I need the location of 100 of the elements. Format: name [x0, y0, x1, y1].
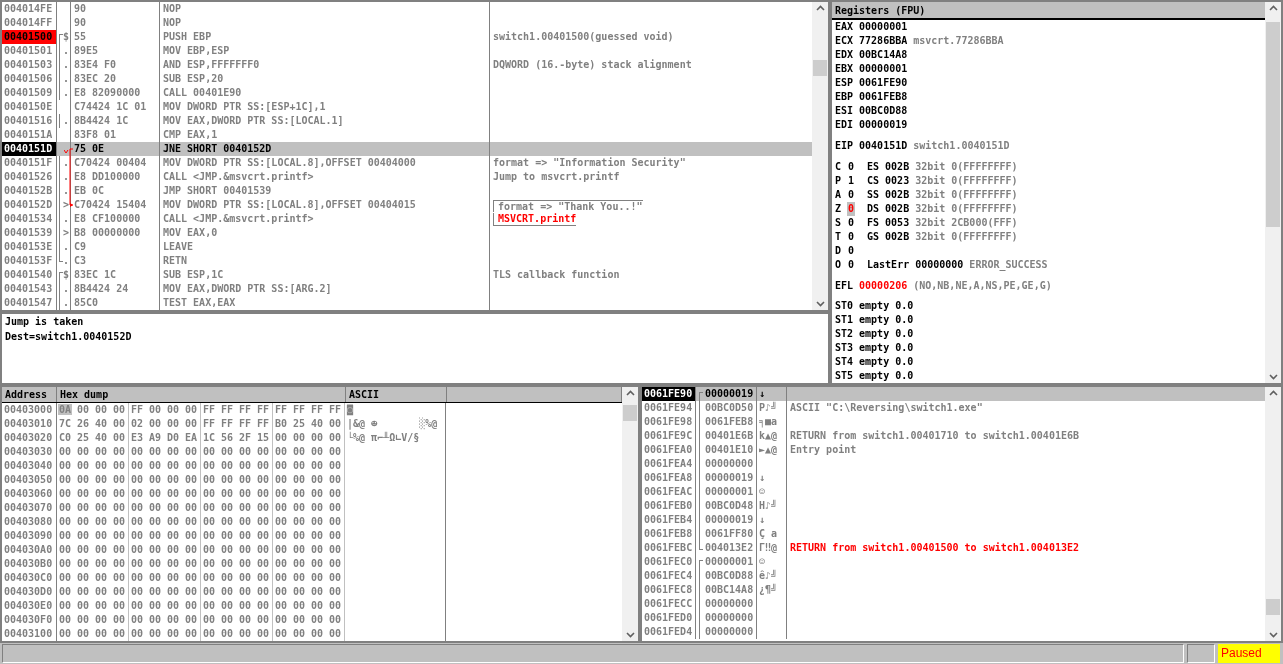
- hex-byte[interactable]: 00: [238, 628, 253, 639]
- register-value[interactable]: 0.0: [895, 369, 914, 383]
- hex-byte[interactable]: 00: [202, 558, 217, 569]
- scrollbar[interactable]: [812, 2, 828, 310]
- hex-byte[interactable]: 00: [328, 488, 343, 499]
- hex-byte[interactable]: 00: [184, 530, 199, 541]
- hex-byte[interactable]: 00: [256, 488, 271, 499]
- hex-byte[interactable]: 00: [112, 600, 127, 611]
- hex-byte[interactable]: 00: [112, 474, 127, 485]
- hex-byte[interactable]: 00: [112, 432, 127, 443]
- hex-byte[interactable]: FF: [310, 404, 325, 415]
- hex-byte[interactable]: 00: [238, 446, 253, 457]
- hex-byte[interactable]: 00: [256, 600, 271, 611]
- hex-byte[interactable]: 00: [238, 488, 253, 499]
- hex-byte[interactable]: 00: [58, 460, 73, 471]
- register-value[interactable]: 0.0: [895, 299, 914, 313]
- hex-byte[interactable]: 00: [58, 572, 73, 583]
- hex-byte[interactable]: 00: [166, 488, 181, 499]
- hex-byte[interactable]: 00: [238, 572, 253, 583]
- hex-byte[interactable]: 00: [220, 488, 235, 499]
- hex-byte[interactable]: 00: [274, 446, 289, 457]
- hex-byte[interactable]: 00: [310, 614, 325, 625]
- hex-byte[interactable]: 00: [58, 628, 73, 639]
- hex-byte[interactable]: 40: [310, 418, 325, 429]
- hex-byte[interactable]: 00: [202, 516, 217, 527]
- hex-byte[interactable]: 00: [202, 502, 217, 513]
- hex-byte[interactable]: 00: [184, 446, 199, 457]
- hex-byte[interactable]: 00: [274, 432, 289, 443]
- hex-byte[interactable]: 00: [166, 572, 181, 583]
- hex-byte[interactable]: 00: [76, 614, 91, 625]
- hex-byte[interactable]: 00: [166, 600, 181, 611]
- hex-byte[interactable]: 00: [310, 628, 325, 639]
- hex-byte[interactable]: 00: [184, 502, 199, 513]
- hex-byte[interactable]: 00: [112, 614, 127, 625]
- hex-byte[interactable]: 00: [112, 502, 127, 513]
- hex-byte[interactable]: 00: [148, 586, 163, 597]
- hex-byte[interactable]: 00: [310, 474, 325, 485]
- hex-byte[interactable]: 00: [292, 460, 307, 471]
- hex-byte[interactable]: 00: [58, 502, 73, 513]
- flag-value[interactable]: 0: [847, 160, 856, 174]
- register-value[interactable]: 00000019: [859, 118, 908, 132]
- hex-byte[interactable]: 00: [130, 474, 145, 485]
- hex-byte[interactable]: 00: [274, 474, 289, 485]
- hex-byte[interactable]: 00: [94, 614, 109, 625]
- flag-value[interactable]: 0: [847, 230, 856, 244]
- hex-byte[interactable]: FF: [238, 404, 253, 415]
- hex-byte[interactable]: 00: [76, 516, 91, 527]
- scroll-thumb[interactable]: [1266, 599, 1280, 615]
- hex-byte[interactable]: 00: [274, 488, 289, 499]
- hex-byte[interactable]: 00: [112, 628, 127, 639]
- hex-byte[interactable]: 00: [166, 614, 181, 625]
- hex-byte[interactable]: 00: [274, 572, 289, 583]
- hex-byte[interactable]: 00: [292, 586, 307, 597]
- hex-byte[interactable]: 00: [328, 460, 343, 471]
- hex-byte[interactable]: 00: [148, 628, 163, 639]
- hex-byte[interactable]: FF: [220, 418, 235, 429]
- hex-byte[interactable]: 00: [328, 572, 343, 583]
- hex-byte[interactable]: 00: [310, 488, 325, 499]
- hex-byte[interactable]: 00: [94, 446, 109, 457]
- hex-byte[interactable]: 00: [292, 474, 307, 485]
- hex-byte[interactable]: FF: [328, 404, 343, 415]
- hex-byte[interactable]: 00: [184, 614, 199, 625]
- column-header[interactable]: Address: [2, 387, 57, 402]
- hex-byte[interactable]: 00: [220, 586, 235, 597]
- hex-byte[interactable]: 00: [202, 628, 217, 639]
- hex-byte[interactable]: 00: [184, 600, 199, 611]
- hex-byte[interactable]: 00: [310, 432, 325, 443]
- hex-byte[interactable]: 00: [292, 432, 307, 443]
- scroll-up-icon[interactable]: [1268, 390, 1278, 396]
- hex-byte[interactable]: 00: [112, 586, 127, 597]
- hex-byte[interactable]: FF: [130, 404, 145, 415]
- hex-byte[interactable]: 00: [166, 558, 181, 569]
- hex-byte[interactable]: 40: [94, 432, 109, 443]
- hex-byte[interactable]: 00: [184, 544, 199, 555]
- hex-byte[interactable]: 00: [310, 586, 325, 597]
- hex-byte[interactable]: 00: [202, 544, 217, 555]
- hex-byte[interactable]: 00: [220, 614, 235, 625]
- hex-byte[interactable]: 00: [238, 558, 253, 569]
- hex-byte[interactable]: 00: [112, 530, 127, 541]
- hex-byte[interactable]: 00: [184, 586, 199, 597]
- hex-byte[interactable]: 00: [238, 614, 253, 625]
- hex-byte[interactable]: 00: [130, 516, 145, 527]
- hex-byte[interactable]: 00: [292, 488, 307, 499]
- hex-byte[interactable]: 00: [130, 558, 145, 569]
- scrollbar[interactable]: [622, 387, 638, 641]
- hex-byte[interactable]: 00: [58, 544, 73, 555]
- hex-byte[interactable]: 00: [328, 530, 343, 541]
- hex-byte[interactable]: 00: [292, 544, 307, 555]
- hex-byte[interactable]: 00: [94, 572, 109, 583]
- segment-value[interactable]: 00000000: [915, 258, 964, 272]
- hex-byte[interactable]: 00: [292, 600, 307, 611]
- hex-byte[interactable]: 00: [274, 502, 289, 513]
- segment-value[interactable]: 002B: [885, 202, 910, 216]
- hex-byte[interactable]: B0: [274, 418, 289, 429]
- hex-byte[interactable]: 00: [310, 516, 325, 527]
- hex-byte[interactable]: FF: [274, 404, 289, 415]
- hex-byte[interactable]: 00: [256, 614, 271, 625]
- hex-byte[interactable]: 00: [292, 614, 307, 625]
- hex-byte[interactable]: 00: [94, 558, 109, 569]
- hex-byte[interactable]: 00: [58, 474, 73, 485]
